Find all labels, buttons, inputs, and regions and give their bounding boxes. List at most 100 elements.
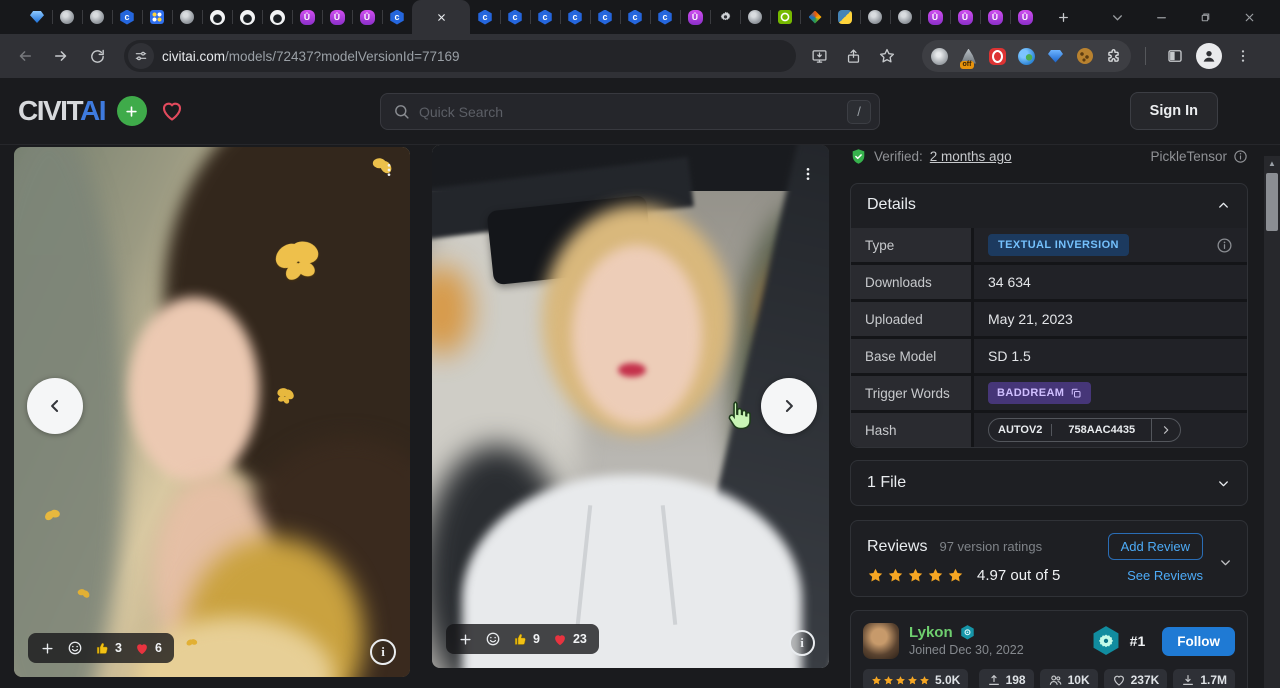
sidebar-toggle-icon[interactable]: [1160, 41, 1190, 71]
browser-menu-icon[interactable]: [1228, 41, 1258, 71]
browser-tab[interactable]: [800, 0, 830, 34]
browser-tab[interactable]: c: [620, 0, 650, 34]
carousel-prev-button[interactable]: [27, 378, 83, 434]
browser-tab[interactable]: [172, 0, 202, 34]
creator-stat-download[interactable]: 1.7M: [1173, 669, 1235, 688]
create-plus-button[interactable]: [117, 96, 147, 126]
tab-search-chevron-icon[interactable]: [1108, 8, 1126, 26]
image-info-icon[interactable]: i: [789, 630, 815, 656]
close-window-icon[interactable]: [1240, 8, 1258, 26]
browser-tab[interactable]: [710, 0, 740, 34]
extension-gem-icon[interactable]: [1046, 47, 1065, 66]
format-info-icon[interactable]: [1233, 149, 1248, 164]
active-tab[interactable]: [412, 0, 470, 34]
browser-tab[interactable]: [262, 0, 292, 34]
browser-tab[interactable]: c: [590, 0, 620, 34]
browser-tab[interactable]: [770, 0, 800, 34]
image-info-icon[interactable]: i: [370, 639, 396, 665]
type-info-icon[interactable]: [1216, 237, 1233, 254]
browser-tab[interactable]: Û: [920, 0, 950, 34]
extension-fire-off-icon[interactable]: off: [959, 47, 978, 66]
creator-name[interactable]: Lykon: [909, 624, 953, 641]
new-tab-button[interactable]: [1048, 2, 1078, 32]
hash-pill[interactable]: AUTOV2758AAC4435: [988, 418, 1181, 442]
back-icon[interactable]: [10, 41, 40, 71]
search-input[interactable]: [419, 104, 838, 120]
forward-icon[interactable]: [46, 41, 76, 71]
emoji-reaction-icon[interactable]: [485, 631, 501, 647]
extension-opera-icon[interactable]: [988, 47, 1007, 66]
creator-stat-star-rating[interactable]: 5.0K: [863, 669, 968, 688]
quick-search-box[interactable]: /: [380, 93, 880, 130]
browser-tab[interactable]: c: [500, 0, 530, 34]
browser-tab[interactable]: [202, 0, 232, 34]
heart-count[interactable]: 23: [552, 632, 587, 647]
install-icon[interactable]: [804, 41, 834, 71]
extension-earth-icon[interactable]: [1017, 47, 1036, 66]
restore-icon[interactable]: [1196, 8, 1214, 26]
bookmark-star-icon[interactable]: [872, 41, 902, 71]
creator-stat-upload[interactable]: 198: [979, 669, 1034, 688]
browser-tab[interactable]: [22, 0, 52, 34]
creator-stat-users[interactable]: 10K: [1040, 669, 1098, 688]
trigger-word-badge[interactable]: BADDREAM: [988, 382, 1091, 404]
browser-tab[interactable]: Û: [950, 0, 980, 34]
like-count[interactable]: 9: [513, 632, 540, 647]
browser-tab[interactable]: c: [560, 0, 590, 34]
add-reaction-icon[interactable]: [40, 641, 55, 656]
browser-tab[interactable]: Û: [1010, 0, 1040, 34]
browser-tab[interactable]: [860, 0, 890, 34]
browser-tab[interactable]: Û: [980, 0, 1010, 34]
browser-tab[interactable]: [232, 0, 262, 34]
browser-tab[interactable]: [740, 0, 770, 34]
support-heart-icon[interactable]: [159, 99, 185, 123]
browser-tab[interactable]: [82, 0, 112, 34]
civitai-logo[interactable]: CIVITAI: [18, 95, 105, 127]
add-reaction-icon[interactable]: [458, 632, 473, 647]
browser-tab[interactable]: [890, 0, 920, 34]
address-bar[interactable]: civitai.com/models/72437?modelVersionId=…: [124, 40, 796, 72]
browser-tab[interactable]: c: [470, 0, 500, 34]
browser-tab[interactable]: c: [650, 0, 680, 34]
browser-tab[interactable]: [830, 0, 860, 34]
emoji-reaction-icon[interactable]: [67, 640, 83, 656]
carousel-next-button[interactable]: [761, 378, 817, 434]
extension-cookie-icon[interactable]: [1075, 47, 1094, 66]
reload-icon[interactable]: [82, 41, 112, 71]
browser-tab[interactable]: Û: [680, 0, 710, 34]
browser-tab[interactable]: Û: [322, 0, 352, 34]
profile-avatar[interactable]: [1196, 43, 1222, 69]
model-type-badge[interactable]: TEXTUAL INVERSION: [988, 234, 1129, 256]
heart-count[interactable]: 6: [134, 641, 162, 656]
see-reviews-link[interactable]: See Reviews: [1127, 568, 1203, 583]
creator-stat-heart[interactable]: 237K: [1104, 669, 1168, 688]
browser-tab[interactable]: Û: [292, 0, 322, 34]
browser-tab[interactable]: c: [112, 0, 142, 34]
browser-tab[interactable]: [142, 0, 172, 34]
browser-tab[interactable]: c: [530, 0, 560, 34]
page-scrollbar[interactable]: ▲: [1264, 156, 1280, 688]
creator-avatar[interactable]: [863, 623, 899, 659]
like-count[interactable]: 3: [95, 641, 122, 656]
image-menu-icon[interactable]: [797, 161, 819, 187]
details-accordion-header[interactable]: Details: [851, 184, 1247, 226]
add-review-button[interactable]: Add Review: [1108, 533, 1203, 560]
site-info-icon[interactable]: [128, 43, 154, 69]
extension-globe-icon[interactable]: [930, 47, 949, 66]
browser-tab[interactable]: Û: [352, 0, 382, 34]
reviews-collapse-chevron[interactable]: [1218, 555, 1233, 570]
browser-tab[interactable]: [52, 0, 82, 34]
scrollbar-thumb[interactable]: [1266, 173, 1278, 231]
minimize-icon[interactable]: [1152, 8, 1170, 26]
image-menu-icon[interactable]: [378, 157, 400, 183]
extensions-puzzle-icon[interactable]: [1104, 47, 1123, 66]
close-tab-icon[interactable]: [436, 12, 447, 23]
follow-button[interactable]: Follow: [1162, 627, 1235, 656]
details-row: UploadedMay 21, 2023: [851, 302, 1247, 336]
sign-in-button[interactable]: Sign In: [1130, 92, 1218, 130]
verified-time-link[interactable]: 2 months ago: [930, 149, 1012, 164]
files-accordion-header[interactable]: 1 File: [851, 461, 1247, 505]
browser-tab[interactable]: c: [382, 0, 412, 34]
share-icon[interactable]: [838, 41, 868, 71]
scrollbar-up-arrow[interactable]: ▲: [1264, 156, 1280, 171]
